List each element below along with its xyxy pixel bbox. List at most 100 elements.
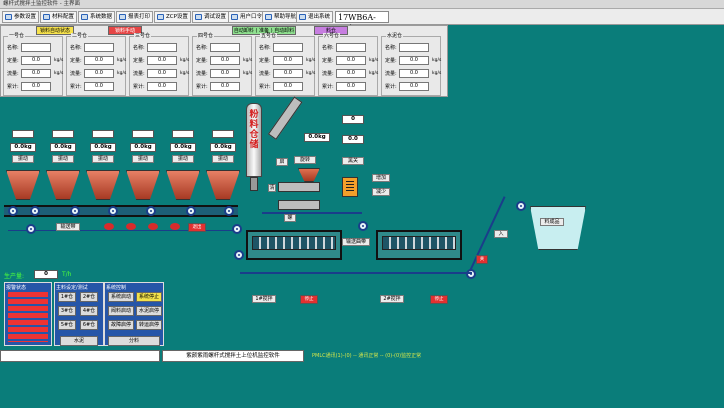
conveyor-button[interactable]: 输送带 [56,223,80,231]
field-input[interactable] [336,43,366,52]
aggregate-hopper [46,170,80,200]
mixer-2-button[interactable]: 2#搅拌 [380,295,404,303]
toolbar-button-material[interactable]: 材料配置 [40,11,78,23]
field-input[interactable]: 0.0 [399,56,429,65]
system-control-button[interactable]: 转运启停 [136,320,162,330]
field-input[interactable]: 0.0 [399,82,429,91]
field-input[interactable]: 0.0 [84,56,114,65]
field-input[interactable]: 0.0 [273,56,303,65]
field-input[interactable]: 0.0 [84,82,114,91]
top-value-1: 0 [342,115,364,124]
finished-button[interactable]: 料成品 [540,218,564,226]
status-message: PMLC通讯(1)-(0) -- 通讯正常 -- (0)-(0)监控正常 [312,353,422,359]
field-input[interactable]: 0.0 [210,69,240,78]
production-label: 生产量: [4,273,25,280]
silo-test-button[interactable]: 4#仓 [80,306,98,316]
mixer-1-stop[interactable]: 停止 [300,295,318,304]
field-unit: kg/s [180,58,190,63]
field-input[interactable] [21,43,51,52]
silo-field-row: 名称: [196,43,252,53]
silo-test-button[interactable]: 2#仓 [80,292,98,302]
silo-field-row: 流量: 0.0 kg/s [133,69,189,79]
field-input[interactable] [210,43,240,52]
hopper-vibrate-button[interactable]: 振动 [92,155,114,163]
feed-roller-left [26,224,36,234]
hopper-weight: 0.0kg [10,143,36,152]
system-control-button[interactable]: 系统启动 [108,292,134,302]
mixer-2-stop[interactable]: 停止 [430,295,448,304]
hopper-vibrate-button[interactable]: 振动 [132,155,154,163]
right-button[interactable]: 入 [494,230,508,238]
field-label: 流量: [322,71,334,77]
field-label: 流量: [70,71,82,77]
field-input[interactable]: 0.0 [147,82,177,91]
status-input[interactable] [0,350,160,362]
toolbar-button-help[interactable]: 帮助导航 [262,11,300,23]
hopper-vibrate-button[interactable]: 振动 [172,155,194,163]
field-unit: kg/s [369,71,379,76]
hopper-weight: 0.0kg [50,143,76,152]
field-input[interactable]: 0.0 [399,69,429,78]
system-control-button[interactable]: 水泥启停 [136,306,162,316]
top-close-button[interactable]: 黑关 [342,157,364,165]
water-decrease-button[interactable]: 减少 [372,188,390,196]
field-input[interactable] [399,43,429,52]
silo-test-button[interactable]: 1#仓 [58,292,76,302]
exit-red-button[interactable]: 退出 [188,223,206,232]
toolbar-button-params[interactable]: 参数设置 [2,11,40,23]
silo-test-button[interactable]: 6#仓 [80,320,98,330]
screw-rotate-button[interactable]: 旋转 [294,156,316,164]
field-label: 名称: [196,45,208,51]
small-button-3[interactable]: 螺 [284,214,296,222]
field-input[interactable]: 0.0 [336,56,366,65]
system-control-button[interactable]: 系统停止 [136,292,162,302]
cement-button[interactable]: 水泥 [60,336,98,346]
mixer-1-button[interactable]: 1#搅拌 [252,295,276,303]
field-input[interactable]: 0.0 [336,69,366,78]
field-input[interactable]: 0.0 [147,56,177,65]
toolbar-button-debug[interactable]: 调试设置 [192,11,230,23]
small-button-2[interactable]: 清 [268,184,276,192]
system-control-button[interactable]: 阀料启动 [108,306,134,316]
hopper-vibrate-button[interactable]: 振动 [12,155,34,163]
conveyor-roller [8,206,18,216]
field-input[interactable]: 0.0 [273,69,303,78]
divide-button[interactable]: 分料 [108,336,160,346]
field-input[interactable]: 0.0 [210,56,240,65]
system-control-button[interactable]: 故障启停 [108,320,134,330]
field-input[interactable] [147,43,177,52]
field-label: 累计: [133,84,145,90]
small-button-1[interactable]: 启 [276,158,288,166]
screw-conveyor [278,182,320,192]
mixer-transfer-button[interactable]: 输送曲带 [342,238,370,246]
field-input[interactable]: 0.0 [147,69,177,78]
field-input[interactable]: 0.0 [336,82,366,91]
hopper-vibrate-button[interactable]: 振动 [52,155,74,163]
hopper-label-box [132,130,154,138]
field-input[interactable]: 0.0 [21,82,51,91]
field-input[interactable]: 0.0 [21,69,51,78]
silo-field-row: 累计: 0.0 [196,82,252,92]
field-input[interactable]: 0.0 [21,56,51,65]
hopper-vibrate-button[interactable]: 振动 [212,155,234,163]
silo-field-row: 流量: 0.0 kg/s [322,69,378,79]
field-input[interactable]: 0.0 [210,82,240,91]
field-label: 名称: [259,45,271,51]
silo-test-button[interactable]: 5#仓 [58,320,76,330]
field-input[interactable] [84,43,114,52]
toolbar-button-data[interactable]: 系统数据 [78,11,116,23]
toolbar: 参数设置 材料配置 系统数据 报表打印 ZCP设置 调试设置 用户口令 帮助导航… [0,9,724,33]
field-label: 名称: [322,45,334,51]
silo-test-button[interactable]: 3#仓 [58,306,76,316]
field-unit: kg/s [54,58,64,63]
toolbar-button-user[interactable]: 用户口令 [228,11,266,23]
badge-auto[interactable]: 锁料自动状态 [36,26,74,35]
right-red-button[interactable]: 关 [476,255,488,264]
toolbar-button-print[interactable]: 报表打印 [116,11,154,23]
field-input[interactable]: 0.0 [273,82,303,91]
water-increase-button[interactable]: 增加 [372,174,390,182]
toolbar-button-exit[interactable]: 退出系统 [296,11,334,23]
field-input[interactable] [273,43,303,52]
field-input[interactable]: 0.0 [84,69,114,78]
toolbar-button-zcp[interactable]: ZCP设置 [154,11,191,23]
